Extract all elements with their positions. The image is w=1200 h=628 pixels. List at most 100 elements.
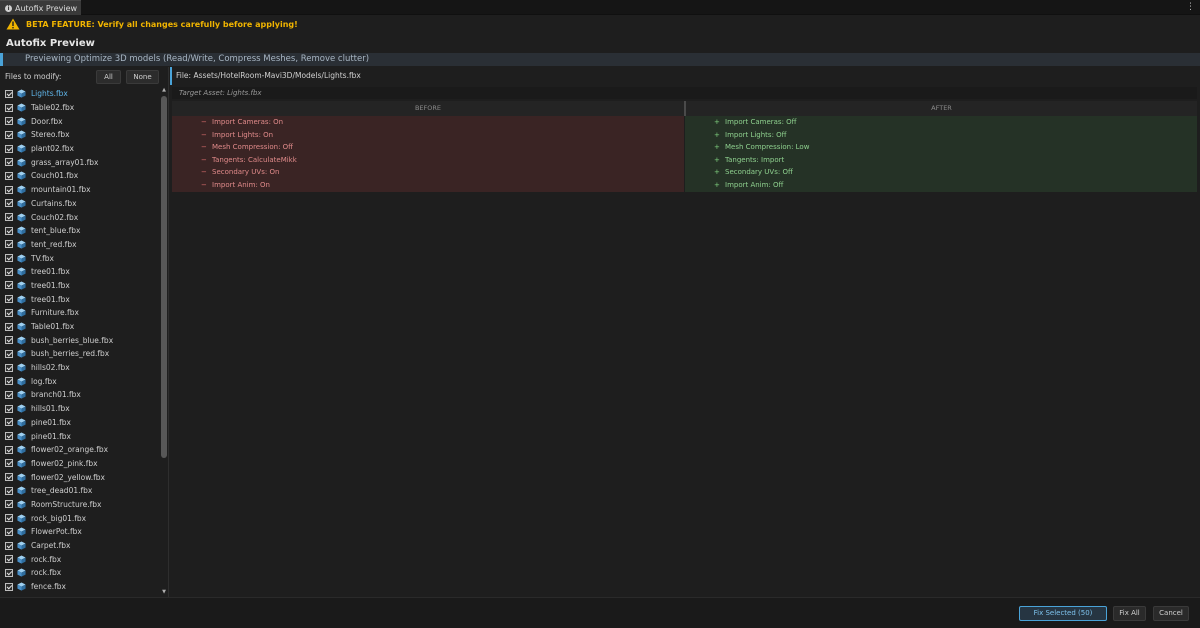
checkbox-checked-icon[interactable] xyxy=(5,213,13,222)
checkbox-checked-icon[interactable] xyxy=(5,336,13,345)
checkbox-checked-icon[interactable] xyxy=(5,418,13,427)
checkbox-checked-icon[interactable] xyxy=(5,473,13,482)
checkbox-checked-icon[interactable] xyxy=(5,308,13,317)
file-list-item[interactable]: plant02.fbx xyxy=(0,142,160,156)
scroll-thumb[interactable] xyxy=(161,96,167,458)
checkbox-checked-icon[interactable] xyxy=(5,226,13,235)
file-list-item[interactable]: grass_array01.fbx xyxy=(0,155,160,169)
cancel-button[interactable]: Cancel xyxy=(1153,606,1189,621)
cube-icon xyxy=(17,363,26,372)
file-list-item[interactable]: flower02_yellow.fbx xyxy=(0,470,160,484)
checkbox-checked-icon[interactable] xyxy=(5,267,13,276)
file-list-item[interactable]: Door.fbx xyxy=(0,114,160,128)
file-list-item[interactable]: TV.fbx xyxy=(0,251,160,265)
checkbox-checked-icon[interactable] xyxy=(5,240,13,249)
file-list-item[interactable]: hills02.fbx xyxy=(0,361,160,375)
checkbox-checked-icon[interactable] xyxy=(5,445,13,454)
file-list-item[interactable]: tree01.fbx xyxy=(0,292,160,306)
file-name: flower02_yellow.fbx xyxy=(31,472,105,482)
file-list-item[interactable]: tent_blue.fbx xyxy=(0,224,160,238)
checkbox-checked-icon[interactable] xyxy=(5,541,13,550)
checkbox-checked-icon[interactable] xyxy=(5,322,13,331)
checkbox-checked-icon[interactable] xyxy=(5,89,13,98)
checkbox-checked-icon[interactable] xyxy=(5,185,13,194)
file-list-item[interactable]: rock.fbx xyxy=(0,552,160,566)
checkbox-checked-icon[interactable] xyxy=(5,486,13,495)
file-list-item[interactable]: tree01.fbx xyxy=(0,265,160,279)
tab-autofix-preview[interactable]: i Autofix Preview xyxy=(0,0,81,15)
file-list-item[interactable]: RoomStructure.fbx xyxy=(0,498,160,512)
checkbox-checked-icon[interactable] xyxy=(5,158,13,167)
file-list-item[interactable]: branch01.fbx xyxy=(0,388,160,402)
file-list-item[interactable]: mountain01.fbx xyxy=(0,183,160,197)
checkbox-checked-icon[interactable] xyxy=(5,514,13,523)
checkbox-checked-icon[interactable] xyxy=(5,117,13,126)
checkbox-checked-icon[interactable] xyxy=(5,349,13,358)
fix-selected-button[interactable]: Fix Selected (50) xyxy=(1019,606,1107,621)
checkbox-checked-icon[interactable] xyxy=(5,432,13,441)
checkbox-checked-icon[interactable] xyxy=(5,254,13,263)
checkbox-checked-icon[interactable] xyxy=(5,582,13,591)
checkbox-checked-icon[interactable] xyxy=(5,130,13,139)
file-list-item[interactable]: Lights.fbx xyxy=(0,87,160,101)
file-list-item[interactable]: FlowerPot.fbx xyxy=(0,525,160,539)
file-list-item[interactable]: Table01.fbx xyxy=(0,320,160,334)
file-list-item[interactable]: Couch01.fbx xyxy=(0,169,160,183)
checkbox-checked-icon[interactable] xyxy=(5,377,13,386)
added-line-text: Import Lights: Off xyxy=(725,130,787,139)
scroll-down-icon[interactable]: ▼ xyxy=(161,589,167,595)
file-name: tree01.fbx xyxy=(31,280,70,290)
file-list-item[interactable]: hills01.fbx xyxy=(0,402,160,416)
file-list-item[interactable]: pine01.fbx xyxy=(0,416,160,430)
checkbox-checked-icon[interactable] xyxy=(5,500,13,509)
added-line-text: Mesh Compression: Low xyxy=(725,143,810,152)
checkbox-checked-icon[interactable] xyxy=(5,103,13,112)
checkbox-checked-icon[interactable] xyxy=(5,295,13,304)
select-all-button[interactable]: All xyxy=(96,70,121,84)
checkbox-checked-icon[interactable] xyxy=(5,363,13,372)
checkbox-checked-icon[interactable] xyxy=(5,568,13,577)
fix-all-button[interactable]: Fix All xyxy=(1113,606,1146,621)
file-list-item[interactable]: tree01.fbx xyxy=(0,279,160,293)
checkbox-checked-icon[interactable] xyxy=(5,390,13,399)
file-list-item[interactable]: pine01.fbx xyxy=(0,429,160,443)
file-list-item[interactable]: Table02.fbx xyxy=(0,101,160,115)
file-list-item[interactable]: log.fbx xyxy=(0,374,160,388)
checkbox-checked-icon[interactable] xyxy=(5,171,13,180)
file-list-item[interactable]: bush_berries_red.fbx xyxy=(0,347,160,361)
checkbox-checked-icon[interactable] xyxy=(5,555,13,564)
file-list-item[interactable]: Curtains.fbx xyxy=(0,197,160,211)
file-list-item[interactable]: tent_red.fbx xyxy=(0,238,160,252)
cube-icon xyxy=(17,486,26,495)
checkbox-checked-icon[interactable] xyxy=(5,527,13,536)
removed-line: − Mesh Compression: Off xyxy=(172,141,684,154)
file-list-scrollbar[interactable]: ▲ ▼ xyxy=(160,87,168,595)
cube-icon xyxy=(17,240,26,249)
file-list-item[interactable]: flower02_pink.fbx xyxy=(0,457,160,471)
minus-sign: − xyxy=(201,130,207,139)
file-list-item[interactable]: rock.fbx xyxy=(0,566,160,580)
select-none-button[interactable]: None xyxy=(126,70,159,84)
file-list-item[interactable]: Carpet.fbx xyxy=(0,539,160,553)
file-list-item[interactable]: rock_big01.fbx xyxy=(0,511,160,525)
scroll-up-icon[interactable]: ▲ xyxy=(161,87,167,93)
minus-sign: − xyxy=(201,155,207,164)
file-name: tent_blue.fbx xyxy=(31,226,81,236)
checkbox-checked-icon[interactable] xyxy=(5,404,13,413)
file-list-item[interactable]: fence.fbx xyxy=(0,580,160,594)
more-menu-icon[interactable]: ⋮ xyxy=(1186,1,1195,13)
file-name: plant02.fbx xyxy=(31,144,74,154)
checkbox-checked-icon[interactable] xyxy=(5,199,13,208)
file-name: tent_red.fbx xyxy=(31,239,77,249)
file-list-item[interactable]: Furniture.fbx xyxy=(0,306,160,320)
file-list-item[interactable]: flower02_orange.fbx xyxy=(0,443,160,457)
checkbox-checked-icon[interactable] xyxy=(5,144,13,153)
file-list-item[interactable]: Stereo.fbx xyxy=(0,128,160,142)
checkbox-checked-icon[interactable] xyxy=(5,459,13,468)
checkbox-checked-icon[interactable] xyxy=(5,281,13,290)
file-list-item[interactable]: bush_berries_blue.fbx xyxy=(0,333,160,347)
file-list-item[interactable]: tree_dead01.fbx xyxy=(0,484,160,498)
file-list-item[interactable]: Couch02.fbx xyxy=(0,210,160,224)
file-name: log.fbx xyxy=(31,376,57,386)
file-path: File: Assets/HotelRoom-Mavi3D/Models/Lig… xyxy=(170,67,1200,85)
